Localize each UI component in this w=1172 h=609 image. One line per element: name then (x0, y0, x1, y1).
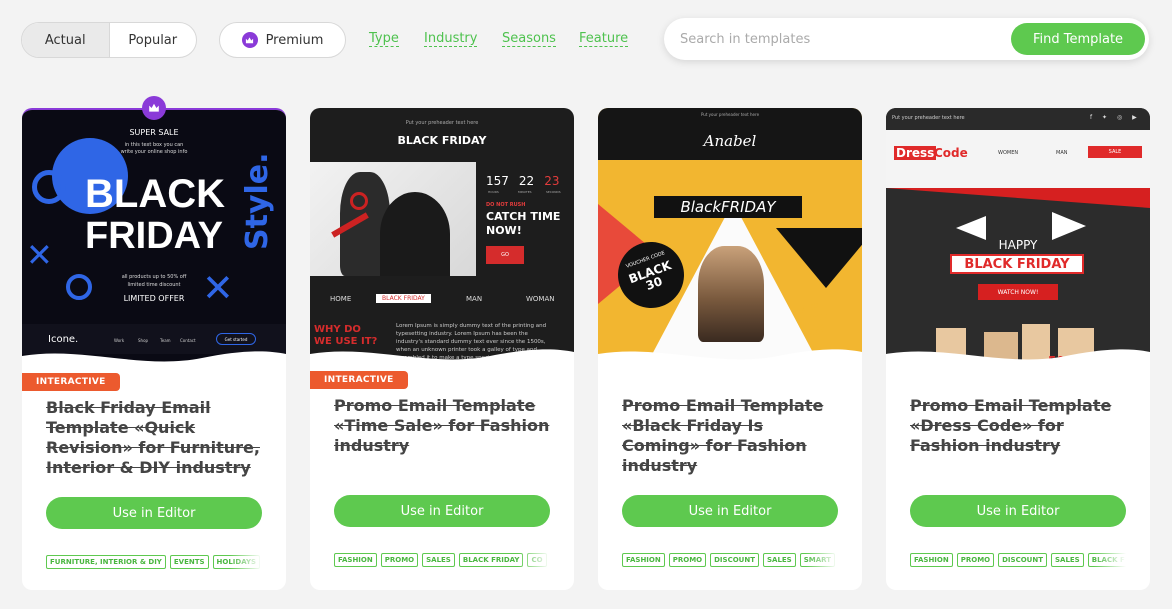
use-in-editor-button[interactable]: Use in Editor (910, 495, 1126, 527)
interactive-badge: INTERACTIVE (310, 371, 408, 389)
discount-text: limited time discount (127, 282, 181, 288)
tag[interactable]: PROMO (668, 553, 707, 567)
friday-headline: FRIDAY (85, 215, 223, 257)
timer-label: MINUTES (518, 190, 532, 194)
black-friday-title: BLACK FRIDAY (950, 254, 1084, 274)
tag[interactable]: SMART (799, 553, 836, 567)
template-title[interactable]: Promo Email Template «Time Sale» for Fas… (334, 396, 552, 456)
social-icons: f ✦ ◎ ▶ (1090, 114, 1141, 121)
tag-list: FASHION PROMO DISCOUNT SALES BLACK F (910, 553, 1126, 567)
interactive-badge: INTERACTIVE (22, 373, 120, 391)
watch-now-button: WATCH NOW! (978, 284, 1058, 300)
timer-hours: 157 (486, 174, 509, 188)
ring-shape (66, 274, 92, 300)
template-title[interactable]: Promo Email Template «Dress Code» for Fa… (910, 396, 1128, 456)
template-card[interactable]: Put your preheader text here Anabel Blac… (598, 108, 862, 590)
crown-icon (241, 32, 258, 48)
style-side-text: Style. (240, 152, 275, 250)
red-stripe (886, 188, 1150, 208)
nav-sale-button: SALE (1088, 146, 1142, 158)
tag[interactable]: SALES (1050, 553, 1084, 567)
timer-minutes: 22 (518, 174, 535, 188)
nav-link-active: BLACK FRIDAY (376, 294, 431, 303)
template-card[interactable]: SUPER SALE in this text box you can writ… (22, 108, 286, 590)
timer-label: HOURS (488, 190, 499, 194)
nav-link: WOMEN (998, 150, 1019, 156)
tag[interactable]: SALES (422, 553, 455, 567)
premium-crown-icon (142, 96, 166, 120)
nav-link: MAN (1056, 150, 1068, 156)
tag-list: FURNITURE, INTERIOR & DIY EVENTS HOLIDAY… (46, 555, 262, 569)
shop-info-text: in this text box you can write your onli… (120, 142, 188, 155)
blue-x-shape: ✕ (26, 236, 53, 274)
template-title[interactable]: Black Friday Email Template «Quick Revis… (46, 398, 264, 478)
countdown-timer: 157 22 23 (486, 174, 574, 188)
logo-code: Code (934, 146, 968, 160)
wave-divider (598, 349, 862, 386)
super-sale-text: SUPER SALE (129, 128, 179, 137)
feature-filter-dropdown[interactable]: Feature (579, 31, 629, 47)
wave-divider (886, 349, 1150, 386)
type-filter-dropdown[interactable]: Type (369, 31, 399, 47)
sort-actual-tab[interactable]: Actual (22, 23, 110, 57)
discount-text: all products up to 50% off (121, 274, 187, 280)
white-shard (1052, 212, 1086, 240)
premium-filter-button[interactable]: Premium (219, 22, 346, 58)
use-in-editor-button[interactable]: Use in Editor (622, 495, 838, 527)
use-in-editor-button[interactable]: Use in Editor (46, 497, 262, 529)
catch-now-text: NOW! (486, 224, 522, 237)
sort-popular-tab[interactable]: Popular (110, 23, 197, 57)
tag[interactable]: BLACK FRIDAY (458, 553, 524, 567)
limited-offer-text: LIMITED OFFER (123, 294, 185, 303)
catch-time-text: CATCH TIME (486, 210, 561, 223)
tag[interactable]: SALES (762, 553, 796, 567)
tag[interactable]: PROMO (380, 553, 419, 567)
premium-filter-label: Premium (265, 32, 324, 48)
tag[interactable]: EVENTS (169, 555, 209, 569)
tag[interactable]: FASHION (334, 553, 377, 567)
tag[interactable]: CO (527, 553, 547, 567)
tag[interactable]: FASHION (910, 553, 953, 567)
tag[interactable]: DISCOUNT (710, 553, 759, 567)
use-in-editor-button[interactable]: Use in Editor (334, 495, 550, 527)
tag[interactable]: FASHION (622, 553, 665, 567)
black-headline: BLACK (85, 172, 225, 216)
tag[interactable]: BLACK F (1087, 553, 1126, 567)
logo-dress: Dress (894, 146, 937, 160)
white-shard (956, 216, 986, 240)
nav-link: HOME (330, 295, 352, 303)
tag[interactable]: HOLIDAYS (212, 555, 261, 569)
template-title[interactable]: Promo Email Template «Black Friday Is Co… (622, 396, 840, 476)
preheader-text: Put your preheader text here (700, 112, 760, 117)
nav-link: MAN (466, 295, 483, 303)
model-photo (310, 162, 476, 276)
find-template-button[interactable]: Find Template (1011, 23, 1145, 55)
industry-filter-dropdown[interactable]: Industry (424, 31, 478, 47)
preheader-text: Put your preheader text here (892, 115, 965, 121)
timer-seconds: 23 (544, 174, 560, 188)
go-button: GO (486, 246, 524, 264)
happy-text: HAPPY (998, 238, 1038, 252)
ring-shape (32, 170, 66, 204)
black-friday-banner: BlackFRIDAY (654, 196, 802, 218)
tag[interactable]: FURNITURE, INTERIOR & DIY (46, 555, 166, 569)
sort-toggle: Actual Popular (21, 22, 197, 58)
timer-label: SECONDS (546, 190, 561, 194)
template-search: Find Template (664, 18, 1149, 60)
search-input[interactable] (680, 29, 1000, 49)
brand-logo: Anabel (703, 132, 757, 150)
do-not-rush-text: DO NOT RUSH (486, 202, 526, 208)
template-card[interactable]: Put your preheader text here BLACK FRIDA… (310, 108, 574, 590)
tag[interactable]: DISCOUNT (998, 553, 1047, 567)
seasons-filter-dropdown[interactable]: Seasons (502, 31, 556, 47)
tag[interactable]: PROMO (956, 553, 995, 567)
tag-list: FASHION PROMO SALES BLACK FRIDAY CO (334, 553, 550, 567)
brand-logo: BLACK FRIDAY (397, 134, 487, 147)
model-photo (698, 246, 764, 342)
template-card[interactable]: Put your preheader text here f ✦ ◎ ▶ Dre… (886, 108, 1150, 590)
tag-list: FASHION PROMO DISCOUNT SALES SMART (622, 553, 838, 567)
nav-link: WOMAN (526, 295, 555, 303)
blue-x-shape: ✕ (202, 266, 234, 310)
preheader-text: Put your preheader text here (405, 120, 479, 126)
